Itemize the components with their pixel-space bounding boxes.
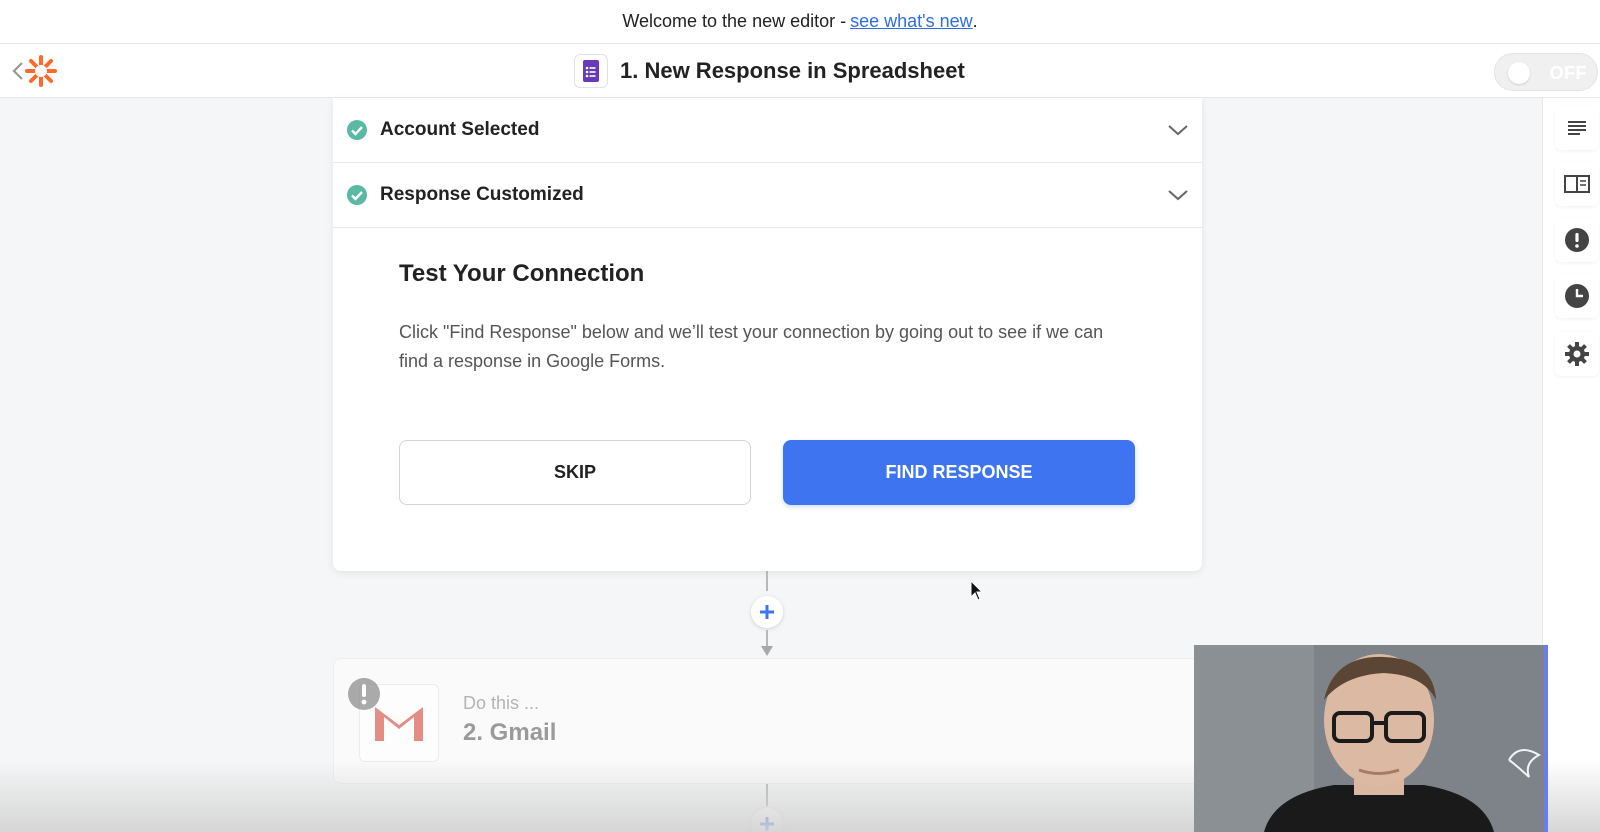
trigger-step-card: Account Selected Response Customized Tes…	[333, 98, 1202, 571]
connector-arrow-icon	[761, 646, 773, 656]
zap-step-title[interactable]: 1. New Response in Spreadsheet	[574, 53, 965, 89]
add-step-button[interactable]	[751, 808, 783, 832]
asterisk-logo-icon[interactable]	[24, 54, 58, 88]
welcome-banner: Welcome to the new editor - see what's n…	[0, 0, 1600, 44]
notes-icon[interactable]	[1555, 106, 1599, 150]
step-connector-line	[766, 784, 768, 806]
plus-icon	[760, 605, 774, 619]
section-response-customized[interactable]: Response Customized	[333, 163, 1202, 228]
skip-button[interactable]: SKIP	[399, 440, 751, 505]
mouse-cursor-icon	[970, 580, 984, 601]
clock-icon[interactable]	[1555, 274, 1599, 318]
warning-icon	[348, 678, 380, 710]
action-step-card[interactable]: Do this ... 2. Gmail	[333, 658, 1202, 784]
test-connection-title: Test Your Connection	[399, 260, 645, 287]
chevron-down-icon[interactable]	[1166, 118, 1190, 142]
section-label: Account Selected	[380, 119, 540, 140]
google-forms-icon	[574, 54, 608, 88]
step-name: 2. Gmail	[463, 719, 557, 746]
book-icon[interactable]	[1555, 162, 1599, 206]
toggle-label: OFF	[1549, 63, 1587, 83]
webcam-overlay	[1194, 645, 1548, 832]
right-sidebar	[1542, 98, 1600, 832]
presenter-video-image	[1194, 645, 1544, 832]
section-account-selected[interactable]: Account Selected	[333, 98, 1202, 163]
section-label: Response Customized	[380, 184, 584, 205]
plus-icon	[760, 817, 774, 831]
check-circle-icon	[347, 185, 367, 205]
chevron-down-icon[interactable]	[1166, 183, 1190, 207]
zap-title-text: 1. New Response in Spreadsheet	[620, 58, 965, 83]
add-step-button[interactable]	[751, 596, 783, 628]
test-connection-description: Click "Find Response" below and we’ll te…	[399, 322, 1104, 371]
editor-header: 1. New Response in Spreadsheet OFF	[0, 44, 1600, 98]
banner-period: .	[972, 11, 978, 31]
gear-icon[interactable]	[1555, 332, 1599, 376]
find-response-button[interactable]: FIND RESPONSE	[783, 440, 1135, 505]
banner-text: Welcome to the new editor -	[622, 11, 847, 31]
whats-new-link[interactable]: see what's new	[850, 11, 973, 32]
zap-on-off-toggle[interactable]: OFF	[1494, 53, 1598, 91]
check-circle-icon	[347, 120, 367, 140]
step-subtitle: Do this ...	[463, 693, 540, 713]
step-connector-line	[766, 571, 768, 591]
alert-icon[interactable]	[1555, 218, 1599, 262]
toggle-knob	[1508, 62, 1530, 84]
